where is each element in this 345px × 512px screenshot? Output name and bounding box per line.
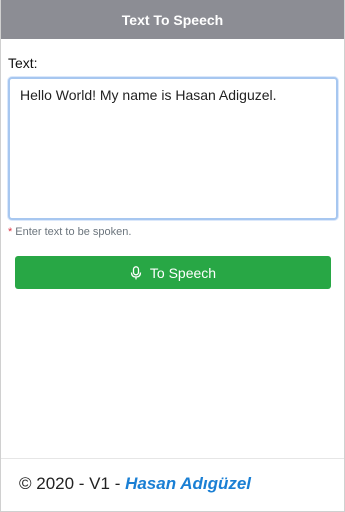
text-input-container: Hello World! My name is Hasan Adiguzel. [8, 77, 338, 220]
author-link[interactable]: Hasan Adıgüzel [125, 474, 251, 493]
text-input[interactable]: Hello World! My name is Hasan Adiguzel. [10, 79, 336, 218]
to-speech-button-label: To Speech [149, 264, 217, 281]
required-star: * [8, 226, 13, 238]
footer-divider [1, 458, 344, 459]
text-label: Text: [8, 55, 38, 71]
app-window: Text To Speech Text: Hello World! My nam… [0, 0, 345, 512]
footer-copyright: © 2020 - V1 - [19, 474, 126, 493]
footer: © 2020 - V1 - Hasan Adıgüzel [19, 474, 251, 494]
hint-text: Enter text to be spoken. [15, 226, 132, 238]
microphone-icon [130, 265, 142, 280]
to-speech-button[interactable]: To Speech [15, 256, 331, 289]
page-title: Text To Speech [121, 11, 224, 28]
input-hint: * Enter text to be spoken. [8, 226, 131, 238]
app-header: Text To Speech [1, 0, 344, 39]
